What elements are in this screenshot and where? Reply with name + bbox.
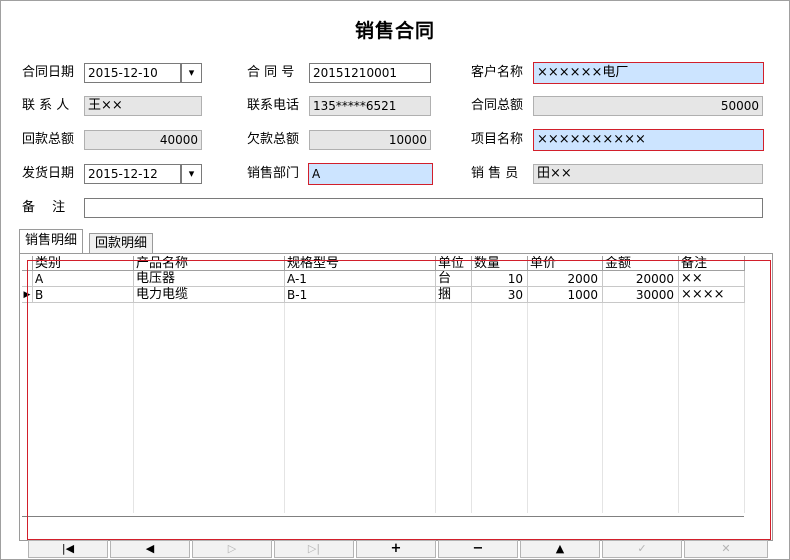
grid-header-spec[interactable]: 规格型号	[285, 256, 436, 271]
grid-header-qty[interactable]: 数量	[472, 256, 528, 271]
grid-header-product[interactable]: 产品名称	[134, 256, 285, 271]
nav-edit-button[interactable]: ▲	[520, 540, 600, 558]
db-navigator: |◀ ◀ ▷ ▷| + − ▲ ✓ ✕	[28, 540, 768, 558]
grid-header-category[interactable]: 类别	[33, 256, 134, 271]
dept-label: 销售部门	[247, 166, 300, 181]
nav-next-button[interactable]: ▷	[192, 540, 272, 558]
project-field[interactable]: ××××××××××	[533, 129, 764, 151]
table-row-1-unit[interactable]: 台	[436, 271, 472, 287]
ship-date-label: 发货日期	[22, 166, 75, 181]
table-row-2-amount[interactable]: 30000	[603, 287, 679, 303]
grid-indicator-header	[22, 256, 33, 271]
customer-field[interactable]: ××××××电厂	[533, 62, 764, 84]
owed-label: 欠款总额	[247, 132, 300, 147]
table-row-2-unit[interactable]: 捆	[436, 287, 472, 303]
grid-header-price[interactable]: 单价	[528, 256, 603, 271]
grid-column-line	[678, 303, 679, 513]
table-row-2-remark[interactable]: ××××	[679, 287, 745, 303]
grid-column-line	[744, 303, 745, 513]
table-row-1-category[interactable]: A	[33, 271, 134, 287]
table-row-2-product[interactable]: 电力电缆	[134, 287, 285, 303]
tab-sales-detail[interactable]: 销售明细	[19, 229, 84, 254]
nav-first-button[interactable]: |◀	[28, 540, 108, 558]
remark-label: 备 注	[22, 200, 66, 215]
total-label: 合同总额	[471, 98, 524, 113]
table-row-1-amount[interactable]: 20000	[603, 271, 679, 287]
grid-header-amount[interactable]: 金额	[603, 256, 679, 271]
nav-last-button[interactable]: ▷|	[274, 540, 354, 558]
page-title: 销售合同	[354, 20, 435, 42]
ship-date-dropdown-icon[interactable]: ▾	[181, 164, 202, 184]
table-row-1-product[interactable]: 电压器	[134, 271, 285, 287]
received-label: 回款总额	[22, 132, 75, 147]
phone-label: 联系电话	[247, 98, 300, 113]
table-row-2-price[interactable]: 1000	[528, 287, 603, 303]
grid-column-line	[602, 303, 603, 513]
current-row-marker-icon[interactable]: ▶	[22, 287, 33, 303]
table-row-2-spec[interactable]: B-1	[285, 287, 436, 303]
received-field[interactable]: 40000	[84, 130, 202, 150]
table-row-2-category[interactable]: B	[33, 287, 134, 303]
nav-insert-button[interactable]: +	[356, 540, 436, 558]
contact-field[interactable]: 王××	[84, 96, 202, 116]
total-field[interactable]: 50000	[533, 96, 763, 116]
table-row-1-price[interactable]: 2000	[528, 271, 603, 287]
contract-date-dropdown-icon[interactable]: ▾	[181, 63, 202, 83]
grid-column-line	[471, 303, 472, 513]
contract-date-label: 合同日期	[22, 65, 75, 80]
nav-cancel-button[interactable]: ✕	[684, 540, 768, 558]
owed-field[interactable]: 10000	[309, 130, 431, 150]
salesman-label: 销 售 员	[471, 166, 519, 181]
grid-header-remark[interactable]: 备注	[679, 256, 745, 271]
contact-label: 联 系 人	[22, 98, 70, 113]
contract-date-field[interactable]: 2015-12-10	[84, 63, 181, 83]
remark-field[interactable]	[84, 198, 763, 218]
ship-date-field[interactable]: 2015-12-12	[84, 164, 181, 184]
salesman-field[interactable]: 田××	[533, 164, 763, 184]
project-label: 项目名称	[471, 132, 524, 147]
contract-no-label: 合 同 号	[247, 65, 295, 80]
grid-column-line	[133, 303, 134, 513]
table-row-2-qty[interactable]: 30	[472, 287, 528, 303]
nav-post-button[interactable]: ✓	[602, 540, 682, 558]
grid-column-line	[435, 303, 436, 513]
grid-header-unit[interactable]: 单位	[436, 256, 472, 271]
phone-field[interactable]: 135*****6521	[309, 96, 431, 116]
table-row-1-qty[interactable]: 10	[472, 271, 528, 287]
nav-prior-button[interactable]: ◀	[110, 540, 190, 558]
customer-label: 客户名称	[471, 65, 524, 80]
grid-column-line	[284, 303, 285, 513]
contract-no-field[interactable]: 20151210001	[309, 63, 431, 83]
dept-field[interactable]: A	[308, 163, 433, 185]
grid-column-line	[527, 303, 528, 513]
row-indicator[interactable]	[22, 271, 33, 287]
tab-payment-detail[interactable]: 回款明细	[89, 233, 154, 253]
nav-delete-button[interactable]: −	[438, 540, 518, 558]
table-row-1-remark[interactable]: ××	[679, 271, 745, 287]
grid-divider	[22, 516, 744, 517]
table-row-1-spec[interactable]: A-1	[285, 271, 436, 287]
